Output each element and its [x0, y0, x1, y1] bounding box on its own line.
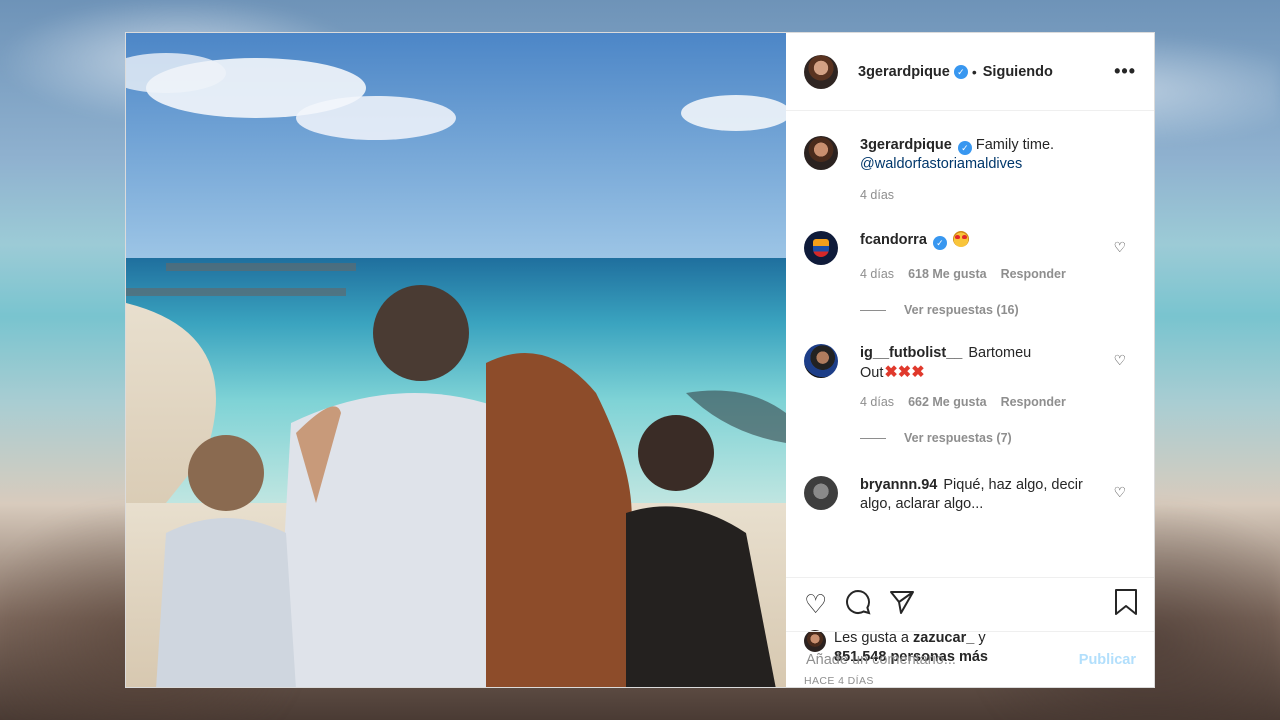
- comment-text-2: algo, aclarar algo...: [860, 496, 984, 512]
- post-header: 3gerardpique ✓ • Siguiendo •••: [786, 33, 1154, 111]
- reply-button[interactable]: Responder: [1001, 267, 1066, 281]
- star-struck-emoji-icon: [952, 231, 969, 247]
- comment-input[interactable]: [804, 650, 1079, 669]
- comment-text-2: Out: [860, 365, 884, 381]
- comments-list[interactable]: 3gerardpique ✓ Family time. @waldorfastor…: [786, 111, 1154, 577]
- more-options-icon[interactable]: •••: [1114, 61, 1136, 82]
- bookmark-icon[interactable]: [1114, 588, 1138, 620]
- verified-icon: ✓: [957, 141, 972, 155]
- replies-line: [860, 309, 886, 311]
- comment-username[interactable]: ig__futbolist__: [860, 345, 962, 361]
- caption-username[interactable]: 3gerardpique: [860, 137, 952, 153]
- comment-text: Bartomeu: [968, 345, 1032, 361]
- comment-likes[interactable]: 662 Me gusta: [908, 395, 987, 409]
- caption-time[interactable]: 4 días: [860, 188, 894, 202]
- reply-button[interactable]: Responder: [1001, 395, 1066, 409]
- comment-username[interactable]: bryannn.94: [860, 477, 937, 493]
- comment-item: ♡ bryannn.94 Piqué, haz algo, decir algo…: [804, 476, 1126, 514]
- comment-likes[interactable]: 618 Me gusta: [908, 267, 987, 281]
- heart-icon[interactable]: ♡: [804, 591, 827, 617]
- post-side-panel: 3gerardpique ✓ • Siguiendo ••• 3gerardpi…: [786, 33, 1154, 687]
- author-username[interactable]: 3gerardpique: [858, 64, 950, 80]
- view-replies-label: Ver respuestas (16): [904, 303, 1019, 317]
- verified-icon: ✓: [932, 236, 947, 250]
- post-photo: [126, 33, 786, 687]
- comment-time[interactable]: 4 días: [860, 267, 894, 281]
- instagram-post-modal: 3gerardpique ✓ • Siguiendo ••• 3gerardpi…: [125, 32, 1155, 688]
- comment-like-heart-icon[interactable]: ♡: [1113, 484, 1126, 501]
- post-actions-bar: ♡: [786, 577, 1154, 629]
- caption: 3gerardpique ✓ Family time. @waldorfastor…: [804, 136, 1126, 202]
- caption-text: Family time.: [975, 137, 1055, 153]
- comment-text: Piqué, haz algo, decir: [943, 477, 1083, 493]
- author-avatar[interactable]: [804, 54, 838, 89]
- comment-item: ♡ fcandorra ✓ 4 días 618 Me gusta Respond…: [804, 231, 1126, 317]
- comment-icon[interactable]: [845, 589, 871, 619]
- following-button[interactable]: Siguiendo: [983, 64, 1053, 80]
- publish-button[interactable]: Publicar: [1079, 652, 1136, 668]
- caption-mention-link[interactable]: @waldorfastoriamaldives: [860, 156, 1022, 172]
- comment-username[interactable]: fcandorra: [860, 232, 927, 248]
- comment-item: ♡ ig__futbolist__ Bartomeu Out✖✖✖ 4 días…: [804, 344, 1126, 445]
- view-replies-button[interactable]: Ver respuestas (16): [860, 303, 1126, 317]
- separator-dot: •: [971, 63, 977, 80]
- paper-plane-icon[interactable]: [889, 589, 915, 619]
- verified-icon: ✓: [953, 64, 968, 79]
- comment-like-heart-icon[interactable]: ♡: [1113, 239, 1126, 256]
- view-replies-label: Ver respuestas (7): [904, 431, 1012, 445]
- add-comment-bar: Publicar: [786, 631, 1154, 687]
- comment-avatar[interactable]: [804, 476, 838, 510]
- cross-mark-icon: ✖✖✖: [884, 364, 925, 381]
- view-replies-button[interactable]: Ver respuestas (7): [860, 431, 1126, 445]
- comment-avatar[interactable]: [804, 231, 838, 265]
- comment-time[interactable]: 4 días: [860, 395, 894, 409]
- comment-like-heart-icon[interactable]: ♡: [1113, 352, 1126, 369]
- replies-line: [860, 437, 886, 439]
- comment-avatar[interactable]: [804, 344, 838, 378]
- caption-avatar[interactable]: [804, 136, 838, 170]
